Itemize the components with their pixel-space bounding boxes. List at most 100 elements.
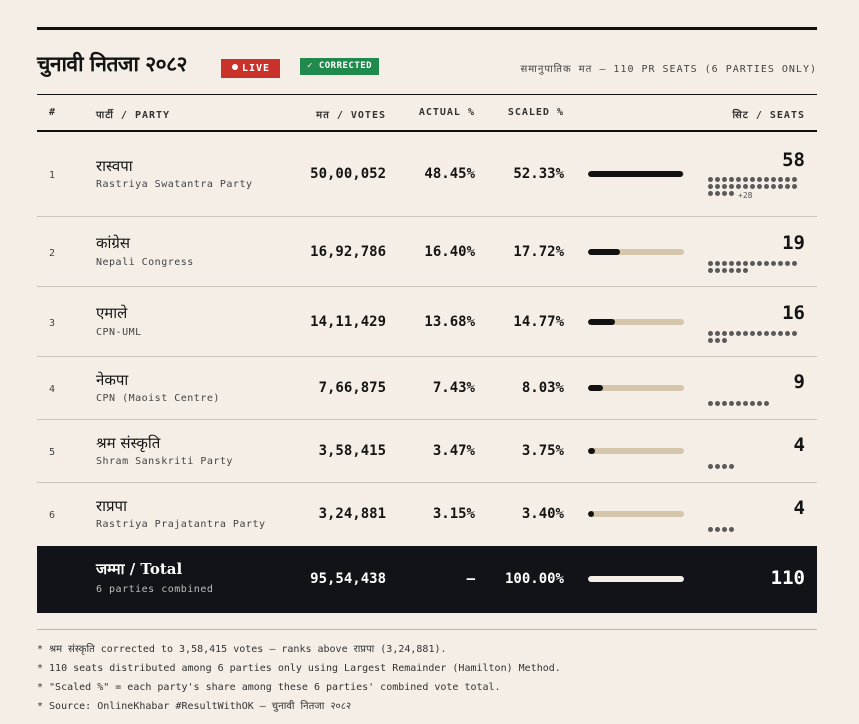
share-bar xyxy=(588,249,684,255)
seat-dot xyxy=(792,331,797,336)
seat-dot xyxy=(715,464,720,469)
party-seats: 4 xyxy=(793,434,805,456)
seat-dot xyxy=(785,184,790,189)
seat-dot xyxy=(750,184,755,189)
footnote: * श्रम संस्कृति corrected to 3,58,415 vo… xyxy=(37,644,447,655)
seat-dot xyxy=(750,177,755,182)
seat-dot xyxy=(771,331,776,336)
seat-dot xyxy=(778,184,783,189)
seat-dot xyxy=(757,331,762,336)
party-seats: 4 xyxy=(793,497,805,519)
share-bar-fill xyxy=(588,171,684,177)
live-dot-icon xyxy=(232,64,238,70)
seat-dot xyxy=(715,331,720,336)
party-actual-pct: 13.68% xyxy=(424,314,475,330)
seat-dot xyxy=(757,401,762,406)
seat-dot xyxy=(792,184,797,189)
row-rank: 2 xyxy=(49,248,56,259)
seat-dot xyxy=(778,261,783,266)
seat-dot xyxy=(722,464,727,469)
seat-dot xyxy=(764,177,769,182)
results-panel: चुनावी नितजा २०८२ LIVE ✓ CORRECTED समानु… xyxy=(37,27,817,717)
seat-dot xyxy=(778,331,783,336)
seat-dot xyxy=(708,464,713,469)
header: चुनावी नितजा २०८२ LIVE ✓ CORRECTED समानु… xyxy=(37,30,817,94)
share-bar-fill xyxy=(588,319,615,325)
total-scaled: 100.00% xyxy=(504,571,564,587)
share-bar-fill xyxy=(588,385,603,391)
footnote: * "Scaled %" = each party's share among … xyxy=(37,682,501,693)
seat-dot xyxy=(757,261,762,266)
seat-dot xyxy=(722,338,727,343)
total-votes: 95,54,438 xyxy=(310,571,386,587)
seat-dot xyxy=(722,527,727,532)
seat-dot xyxy=(736,261,741,266)
seat-dot xyxy=(729,177,734,182)
table-header: # पार्टी / PARTY मत / VOTES ACTUAL % SCA… xyxy=(37,94,817,132)
seat-dot xyxy=(764,331,769,336)
seat-dot xyxy=(785,261,790,266)
total-share-bar xyxy=(588,576,684,582)
party-votes: 3,58,415 xyxy=(318,443,386,459)
seat-dot xyxy=(750,261,755,266)
party-scaled-pct: 8.03% xyxy=(521,380,564,396)
seat-dot xyxy=(778,177,783,182)
seat-dots xyxy=(708,464,800,471)
party-votes: 3,24,881 xyxy=(318,506,386,522)
row-rank: 4 xyxy=(49,384,56,395)
party-name-en: Nepali Congress xyxy=(96,257,194,268)
share-bar xyxy=(588,319,684,325)
seat-dot xyxy=(722,331,727,336)
seat-dot xyxy=(750,331,755,336)
seat-dots xyxy=(708,527,800,534)
total-label: जम्मा / Total xyxy=(96,560,183,578)
seat-dot xyxy=(729,184,734,189)
party-seats: 58 xyxy=(782,149,805,171)
share-bar-fill xyxy=(588,249,621,255)
total-sub: 6 parties combined xyxy=(96,584,214,595)
seat-dot xyxy=(736,177,741,182)
seat-dot xyxy=(729,331,734,336)
seat-dot xyxy=(792,177,797,182)
table-row: 2 कांग्रेस Nepali Congress 16,92,786 16.40% 1… xyxy=(37,217,817,287)
party-name-en: Rastriya Swatantra Party xyxy=(96,179,253,190)
party-seats: 19 xyxy=(782,232,805,254)
seat-dot xyxy=(736,401,741,406)
seat-dot xyxy=(764,261,769,266)
share-bar xyxy=(588,448,684,454)
party-scaled-pct: 3.75% xyxy=(521,443,564,459)
seat-dot xyxy=(736,268,741,273)
party-name: कांग्रेस xyxy=(96,234,131,252)
party-seats: 9 xyxy=(793,371,805,393)
seat-dot xyxy=(722,261,727,266)
total-seats: 110 xyxy=(770,567,805,589)
seat-dot xyxy=(722,268,727,273)
party-name: एमाले xyxy=(96,304,128,322)
seat-dot xyxy=(729,191,734,196)
col-votes: मत / VOTES xyxy=(316,110,386,121)
corrected-badge: ✓ CORRECTED xyxy=(300,58,380,75)
col-actual: ACTUAL % xyxy=(418,107,475,118)
seat-dot xyxy=(764,401,769,406)
seat-dot xyxy=(708,184,713,189)
seat-dot xyxy=(708,261,713,266)
seat-dot xyxy=(708,191,713,196)
seat-dot xyxy=(708,331,713,336)
share-bar xyxy=(588,385,684,391)
seat-dot xyxy=(743,331,748,336)
table-body: 1 रास्वपा Rastriya Swatantra Party 50,00,05… xyxy=(37,132,817,546)
party-name-en: CPN-UML xyxy=(96,327,142,338)
party-name-en: Shram Sanskriti Party xyxy=(96,456,233,467)
seat-dot xyxy=(708,268,713,273)
extra-seats-count: +28 xyxy=(738,191,753,200)
seat-dots xyxy=(708,261,800,275)
seat-dot xyxy=(715,261,720,266)
party-seats: 16 xyxy=(782,302,805,324)
share-bar xyxy=(588,171,684,177)
party-votes: 14,11,429 xyxy=(310,314,386,330)
live-badge: LIVE xyxy=(221,59,281,78)
party-name: नेकपा xyxy=(96,371,129,389)
seat-dot xyxy=(708,177,713,182)
total-actual: — xyxy=(466,571,475,587)
seat-dot xyxy=(771,184,776,189)
